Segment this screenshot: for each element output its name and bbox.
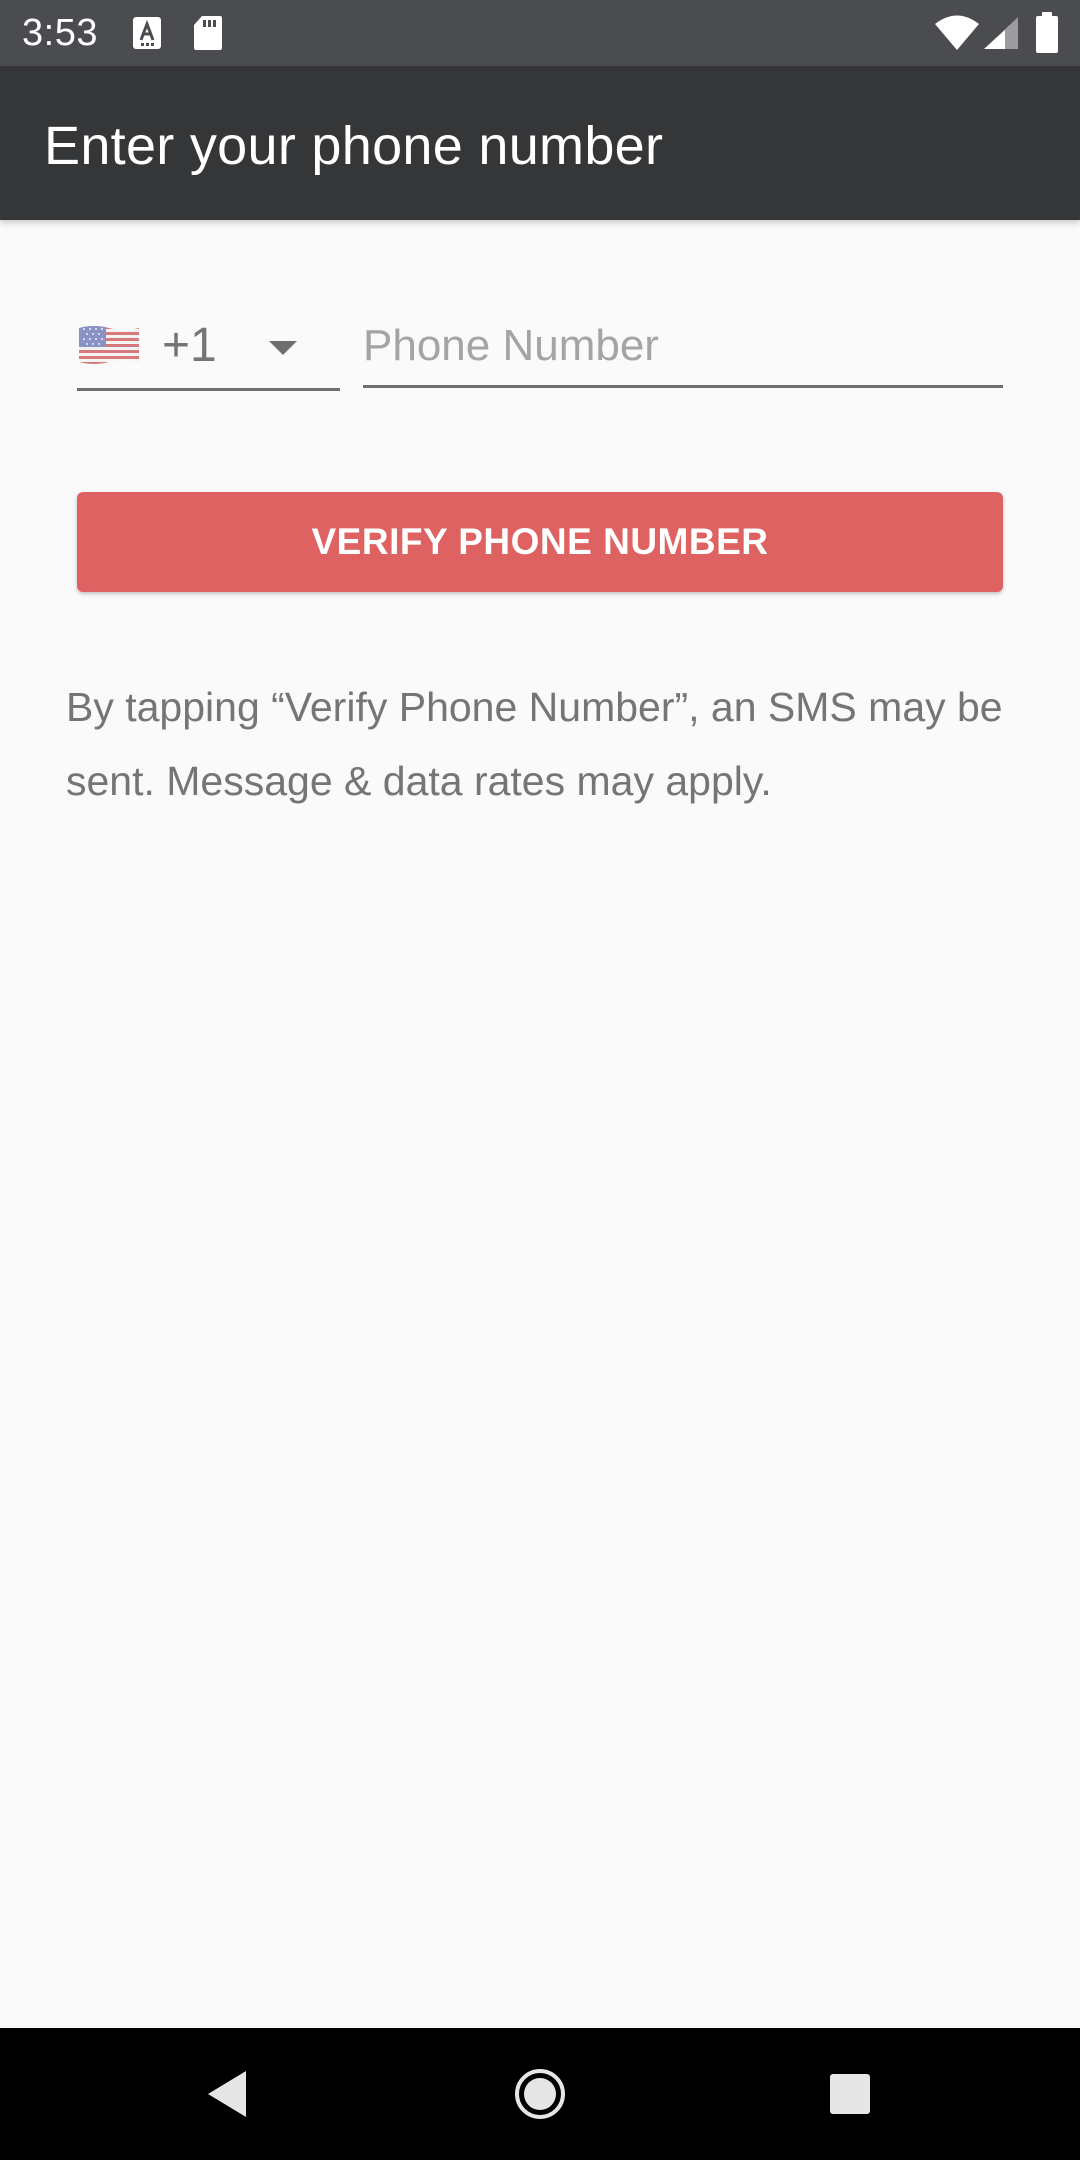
back-button[interactable] [160, 2028, 292, 2160]
app-bar: Enter your phone number [0, 66, 1080, 220]
dial-code: +1 [162, 319, 217, 372]
home-icon [515, 2069, 565, 2119]
keyboard-a-icon [133, 17, 161, 49]
status-time: 3:53 [22, 12, 98, 54]
cell-signal-icon [984, 17, 1018, 49]
sd-card-icon [194, 16, 222, 50]
battery-icon [1036, 12, 1058, 53]
status-bar: 3:53 [0, 0, 1080, 66]
recents-icon [830, 2074, 870, 2114]
country-code-selector[interactable]: +1 [77, 306, 340, 391]
navigation-bar [0, 2028, 1080, 2160]
phone-verification-screen: 3:53 Enter your phone number +1 Phone Nu… [0, 0, 1080, 2160]
sms-disclaimer: By tapping “Verify Phone Number”, an SMS… [66, 684, 1003, 804]
home-button[interactable] [474, 2028, 606, 2160]
verify-phone-number-button[interactable]: VERIFY PHONE NUMBER [77, 492, 1003, 592]
chevron-down-icon [269, 341, 297, 355]
phone-number-input[interactable] [363, 306, 1003, 388]
page-title: Enter your phone number [44, 116, 664, 176]
back-icon [208, 2071, 246, 2117]
wifi-icon [935, 15, 979, 50]
recents-button[interactable] [784, 2028, 916, 2160]
us-flag-icon [79, 326, 139, 364]
